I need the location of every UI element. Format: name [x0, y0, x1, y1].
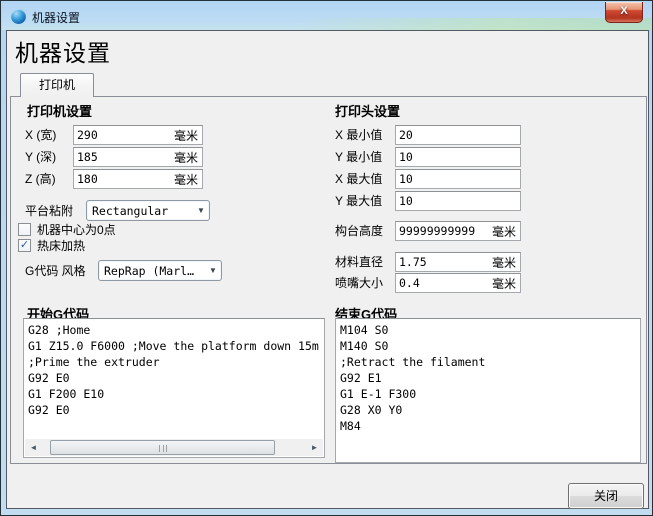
material-diameter-input[interactable] — [396, 255, 492, 269]
field-label-x-width: X (宽) — [25, 125, 56, 145]
printer-settings-heading: 打印机设置 — [27, 101, 92, 120]
gcode-flavor-label: G代码 风格 — [25, 261, 86, 281]
heated-bed-checkbox[interactable]: ✓ — [18, 239, 31, 252]
material-diameter-label: 材料直径 — [335, 252, 383, 272]
scroll-left-icon[interactable]: ◄ — [25, 439, 42, 456]
start-gcode-hscrollbar[interactable]: ◄ ► — [25, 439, 323, 456]
dialog-client-area: 机器设置 打印机 打印机设置 X (宽) 毫米 Y (深) 毫米 Z (高) 毫… — [6, 30, 649, 509]
x-width-unit: 毫米 — [174, 127, 202, 144]
start-gcode-textarea[interactable]: G28 ;Home G1 Z15.0 F6000 ;Move the platf… — [23, 318, 325, 458]
platform-adhesion-label: 平台粘附 — [25, 201, 73, 221]
field-z-height: 毫米 — [73, 169, 203, 189]
close-icon: X — [620, 5, 627, 17]
y-max-input[interactable] — [396, 194, 520, 208]
titlebar-glow — [294, 18, 651, 30]
field-y-depth: 毫米 — [73, 147, 203, 167]
field-label-y-depth: Y (深) — [25, 147, 56, 167]
app-icon — [11, 9, 26, 24]
y-min-input[interactable] — [396, 150, 520, 164]
chevron-down-icon: ▼ — [205, 266, 221, 275]
close-button-label: 关闭 — [594, 489, 618, 503]
field-label-x-min: X 最小值 — [335, 125, 382, 145]
tab-printer[interactable]: 打印机 — [20, 73, 94, 97]
end-gcode-textarea[interactable]: M104 S0 M140 S0 ;Retract the filament G9… — [335, 318, 641, 463]
field-gantry-height: 毫米 — [395, 221, 521, 241]
field-x-min — [395, 125, 521, 145]
field-x-max — [395, 169, 521, 189]
field-y-min — [395, 147, 521, 167]
field-label-y-min: Y 最小值 — [335, 147, 382, 167]
field-label-x-max: X 最大值 — [335, 169, 382, 189]
window-close-button[interactable]: X — [605, 2, 643, 23]
z-height-unit: 毫米 — [174, 171, 202, 188]
tab-printer-label: 打印机 — [39, 78, 75, 92]
nozzle-size-unit: 毫米 — [492, 275, 520, 292]
window-title: 机器设置 — [32, 9, 80, 26]
platform-adhesion-value: Rectangular — [87, 204, 193, 218]
field-x-width: 毫米 — [73, 125, 203, 145]
page-title: 机器设置 — [15, 34, 111, 68]
x-width-input[interactable] — [74, 128, 174, 142]
scrollbar-grip-icon — [159, 445, 167, 452]
heated-bed-label: 热床加热 — [37, 236, 85, 256]
field-label-y-max: Y 最大值 — [335, 191, 382, 211]
nozzle-size-label: 喷嘴大小 — [335, 273, 383, 293]
machine-center-zero-checkbox[interactable] — [18, 223, 31, 236]
z-height-input[interactable] — [74, 172, 174, 186]
scroll-right-icon[interactable]: ► — [306, 439, 323, 456]
gantry-height-unit: 毫米 — [492, 223, 520, 240]
x-max-input[interactable] — [396, 172, 520, 186]
y-depth-unit: 毫米 — [174, 149, 202, 166]
platform-adhesion-select[interactable]: Rectangular ▼ — [86, 200, 210, 221]
y-depth-input[interactable] — [74, 150, 174, 164]
printer-tab-panel: 打印机设置 X (宽) 毫米 Y (深) 毫米 Z (高) 毫米 平台粘附 Re… — [10, 96, 647, 464]
field-nozzle-size: 毫米 — [395, 273, 521, 293]
check-icon: ✓ — [20, 240, 29, 251]
gantry-height-label: 构台高度 — [335, 221, 383, 241]
close-button[interactable]: 关闭 — [568, 483, 644, 509]
start-gcode-text: G28 ;Home G1 Z15.0 F6000 ;Move the platf… — [24, 319, 324, 421]
titlebar[interactable]: 机器设置 X — [2, 2, 651, 30]
printhead-settings-heading: 打印头设置 — [335, 101, 400, 120]
scrollbar-thumb[interactable] — [50, 440, 275, 455]
machine-settings-window: 机器设置 X 机器设置 打印机 打印机设置 X (宽) 毫米 Y (深) 毫米 … — [0, 0, 653, 516]
end-gcode-text: M104 S0 M140 S0 ;Retract the filament G9… — [336, 319, 640, 437]
field-y-max — [395, 191, 521, 211]
gcode-flavor-select[interactable]: RepRap (Marl… ▼ — [98, 260, 222, 281]
chevron-down-icon: ▼ — [193, 206, 209, 215]
gantry-height-input[interactable] — [396, 224, 492, 238]
scrollbar-track[interactable] — [42, 439, 306, 456]
x-min-input[interactable] — [396, 128, 520, 142]
gcode-flavor-value: RepRap (Marl… — [99, 264, 205, 278]
material-diameter-unit: 毫米 — [492, 254, 520, 271]
nozzle-size-input[interactable] — [396, 276, 492, 290]
field-label-z-height: Z (高) — [25, 169, 56, 189]
field-material-diameter: 毫米 — [395, 252, 521, 272]
